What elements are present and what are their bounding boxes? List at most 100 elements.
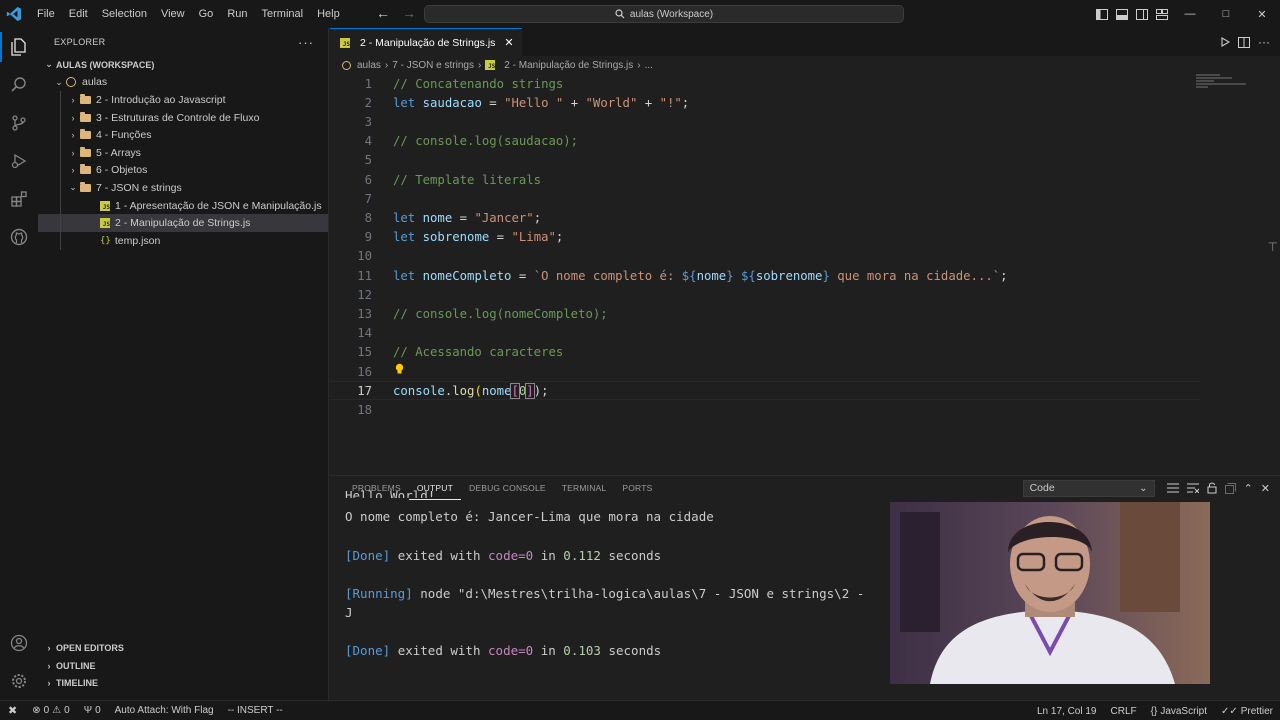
- menu-view[interactable]: View: [154, 0, 192, 28]
- output-channel-select[interactable]: Code ⌄: [1022, 479, 1155, 497]
- tab-ports[interactable]: PORTS: [614, 476, 660, 500]
- problems-status[interactable]: ⊗ 0 ⚠ 0: [25, 705, 76, 716]
- explorer-icon[interactable]: [0, 28, 38, 66]
- menu-bar: File Edit Selection View Go Run Terminal…: [30, 0, 347, 28]
- chevron-down-icon: ⌄: [55, 76, 63, 87]
- chevron-up-icon[interactable]: ⌃: [1244, 482, 1253, 495]
- tab-terminal[interactable]: TERMINAL: [554, 476, 615, 500]
- account-icon[interactable]: [0, 624, 38, 662]
- open-editors-section[interactable]: › OPEN EDITORS: [38, 640, 328, 658]
- function-name: log: [452, 383, 475, 398]
- menu-go[interactable]: Go: [192, 0, 221, 28]
- toggle-secondary-sidebar-icon[interactable]: [1132, 0, 1152, 28]
- forward-arrow-icon[interactable]: →: [402, 5, 416, 21]
- clear-output-icon[interactable]: [1186, 483, 1199, 493]
- search-icon[interactable]: [0, 66, 38, 104]
- filter-list-icon[interactable]: [1166, 483, 1179, 493]
- line-number: 13: [357, 306, 372, 321]
- output-line: [Done] exited with code=0 in 0.103 secon…: [345, 643, 661, 662]
- menu-help[interactable]: Help: [310, 0, 347, 28]
- tree-folder-open[interactable]: ⌄ 7 - JSON e strings: [38, 179, 328, 197]
- remote-indicator[interactable]: ✖: [0, 704, 25, 717]
- keyword: let: [393, 210, 416, 225]
- cursor-position[interactable]: Ln 17, Col 19: [1030, 706, 1104, 717]
- run-code-icon[interactable]: [1220, 37, 1230, 47]
- breadcrumb-item[interactable]: ...: [645, 60, 653, 71]
- tab-debug-console[interactable]: DEBUG CONSOLE: [461, 476, 554, 500]
- ports-status[interactable]: Ψ 0: [77, 705, 108, 716]
- chevron-down-icon: ⌄: [1139, 482, 1148, 494]
- lock-icon[interactable]: [1207, 482, 1217, 494]
- javascript-file-icon: JS: [485, 60, 496, 70]
- variable: nome: [422, 210, 453, 225]
- status-bar-right: Ln 17, Col 19 CRLF {} JavaScript ✓✓ Pret…: [1030, 701, 1280, 720]
- line-number: 10: [357, 249, 372, 264]
- activity-bar: [0, 28, 38, 700]
- lightbulb-icon[interactable]: [394, 363, 405, 378]
- menu-selection[interactable]: Selection: [95, 0, 154, 28]
- source-control-icon[interactable]: [0, 104, 38, 142]
- line-number: 7: [364, 191, 372, 206]
- indent-guide: [60, 161, 61, 180]
- auto-attach-status[interactable]: Auto Attach: With Flag: [108, 705, 221, 716]
- github-icon[interactable]: [0, 218, 38, 256]
- menu-terminal[interactable]: Terminal: [255, 0, 311, 28]
- breadcrumb-separator-icon: ›: [637, 59, 641, 71]
- tree-folder[interactable]: › 2 - Introdução ao Javascript: [38, 91, 328, 109]
- close-tab-icon[interactable]: ✕: [504, 36, 513, 49]
- end-of-line[interactable]: CRLF: [1104, 706, 1144, 717]
- maximize-button[interactable]: □: [1208, 0, 1244, 28]
- breadcrumb-item[interactable]: aulas: [357, 60, 381, 71]
- menu-edit[interactable]: Edit: [62, 0, 95, 28]
- tree-folder[interactable]: › 4 - Funções: [38, 126, 328, 144]
- prettier-status[interactable]: ✓✓ Prettier: [1214, 706, 1280, 717]
- close-panel-icon[interactable]: ✕: [1261, 482, 1270, 495]
- warning-icon: ⚠: [52, 705, 62, 716]
- more-actions-icon[interactable]: ···: [1258, 35, 1270, 49]
- variable: saudacao: [422, 95, 482, 110]
- punctuation: ;: [1000, 268, 1008, 283]
- language-mode[interactable]: {} JavaScript: [1144, 706, 1214, 717]
- code-line: 8 let nome = "Jancer";: [330, 208, 1200, 227]
- section-label: TIMELINE: [56, 678, 98, 689]
- menu-file[interactable]: File: [30, 0, 62, 28]
- back-arrow-icon[interactable]: ←: [376, 5, 390, 21]
- settings-gear-icon[interactable]: [0, 662, 38, 700]
- code-line: 2 let saudacao = "Hello " + "World" + "!"…: [330, 93, 1200, 112]
- tree-file-selected[interactable]: JS 2 - Manipulação de Strings.js: [38, 214, 328, 232]
- close-window-button[interactable]: ✕: [1244, 0, 1280, 28]
- run-debug-icon[interactable]: [0, 142, 38, 180]
- tree-file[interactable]: {} temp.json: [38, 231, 328, 250]
- template-delimiter: ${: [741, 268, 756, 283]
- command-center-label: aulas (Workspace): [629, 8, 714, 20]
- minimap-line: [1196, 80, 1214, 82]
- toggle-primary-sidebar-icon[interactable]: [1092, 0, 1112, 28]
- tab-label: 2 - Manipulação de Strings.js: [360, 36, 496, 49]
- breadcrumb-item[interactable]: 7 - JSON e strings: [392, 60, 474, 71]
- tree-folder[interactable]: › 3 - Estruturas de Controle de Fluxo: [38, 108, 328, 127]
- workspace-section[interactable]: ⌄ AULAS (WORKSPACE): [38, 56, 328, 74]
- editor-tab-active[interactable]: JS 2 - Manipulação de Strings.js ✕: [330, 28, 522, 56]
- outline-section[interactable]: › OUTLINE: [38, 657, 328, 675]
- command-center-search[interactable]: aulas (Workspace): [424, 5, 904, 23]
- customize-layout-icon[interactable]: [1152, 0, 1172, 28]
- indent-guide: [60, 231, 61, 250]
- tree-folder[interactable]: › 6 - Objetos: [38, 161, 328, 180]
- bracket: [: [510, 382, 520, 399]
- maximize-panel-icon[interactable]: [1224, 482, 1236, 494]
- menu-run[interactable]: Run: [220, 0, 254, 28]
- minimize-button[interactable]: —: [1172, 0, 1208, 28]
- breadcrumb-item[interactable]: 2 - Manipulação de Strings.js: [504, 60, 633, 71]
- timeline-section[interactable]: › TIMELINE: [38, 675, 328, 693]
- folder-open-icon: [80, 181, 91, 192]
- toggle-panel-icon[interactable]: [1112, 0, 1132, 28]
- split-editor-icon[interactable]: [1238, 36, 1250, 48]
- output-text: O nome completo é: Jancer-Lima que mora …: [345, 509, 714, 524]
- extensions-icon[interactable]: [0, 180, 38, 218]
- tree-folder-aulas[interactable]: ⌄ aulas: [38, 74, 328, 92]
- minimap[interactable]: [1196, 74, 1256, 104]
- more-actions-icon[interactable]: ···: [298, 35, 314, 50]
- tree-folder[interactable]: › 5 - Arrays: [38, 143, 328, 162]
- template-string: que mora na cidade...`: [829, 268, 1001, 283]
- tree-file[interactable]: JS 1 - Apresentação de JSON e Manipulaçã…: [38, 196, 328, 215]
